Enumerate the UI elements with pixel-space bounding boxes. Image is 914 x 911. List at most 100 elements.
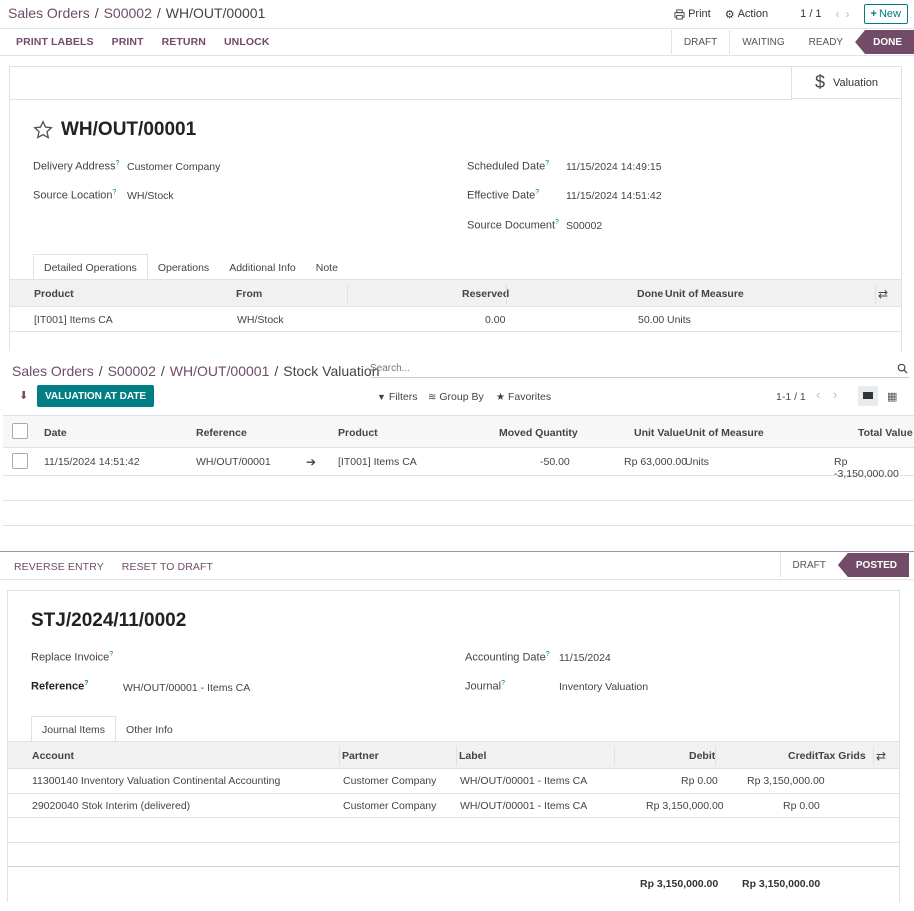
breadcrumb-sales-orders[interactable]: Sales Orders <box>12 363 94 379</box>
star-icon: ★ <box>496 391 505 403</box>
source-location-value[interactable]: WH/Stock <box>127 190 174 202</box>
table-row[interactable]: 29020040 Stok Interim (delivered) Custom… <box>8 794 899 818</box>
col-partner[interactable]: Partner <box>342 750 379 762</box>
source-location-label: Source Location? <box>33 189 117 202</box>
pivot-view-icon[interactable]: ▦ <box>887 390 897 403</box>
breadcrumb-sales-orders[interactable]: Sales Orders <box>8 5 90 21</box>
pager-prev-icon[interactable]: ‹ <box>836 7 840 21</box>
tab-operations[interactable]: Operations <box>148 255 219 281</box>
col-total-value[interactable]: Total Value <box>858 427 913 439</box>
star-icon[interactable] <box>33 120 53 140</box>
row-reference: WH/OUT/00001 <box>196 456 271 468</box>
new-label: New <box>878 8 901 20</box>
reset-to-draft-button[interactable]: RESET TO DRAFT <box>122 561 213 573</box>
col-product[interactable]: Product <box>34 288 74 300</box>
effective-date-value: 11/15/2024 14:51:42 <box>566 190 662 202</box>
col-account[interactable]: Account <box>32 750 74 762</box>
col-divider <box>873 746 874 766</box>
print-menu[interactable]: Print <box>674 8 711 20</box>
tab-other-info[interactable]: Other Info <box>116 717 183 743</box>
row-debit: Rp 0.00 <box>681 775 718 787</box>
tab-journal-items[interactable]: Journal Items <box>31 716 117 744</box>
tab-detailed-operations[interactable]: Detailed Operations <box>33 254 148 282</box>
breadcrumb-separator: / <box>156 5 161 21</box>
col-divider <box>875 284 876 304</box>
tab-note[interactable]: Note <box>306 255 348 281</box>
valuation-pager[interactable]: 1-1 / 1 <box>776 391 806 403</box>
optional-columns-icon[interactable]: ⇄ <box>878 287 888 301</box>
group-by-button[interactable]: ≋ Group By <box>428 391 484 403</box>
tab-additional-info[interactable]: Additional Info <box>219 255 306 281</box>
col-unit-of-measure[interactable]: Unit of Measure <box>665 288 744 300</box>
col-reserved[interactable]: Reserved <box>462 288 509 300</box>
pager-value[interactable]: 1 / 1 <box>800 8 821 20</box>
accounting-date-value: 11/15/2024 <box>559 652 611 664</box>
delivery-title-row: WH/OUT/00001 <box>33 119 196 141</box>
row-product: [IT001] Items CA <box>34 314 113 326</box>
col-moved-quantity[interactable]: Moved Quantity <box>499 427 578 439</box>
col-unit-value[interactable]: Unit Value <box>634 427 685 439</box>
download-icon[interactable]: ⬇ <box>19 389 28 402</box>
filter-icon: ▼ <box>377 392 386 402</box>
valuation-header: Date Reference Product Moved Quantity Un… <box>3 415 914 448</box>
col-credit[interactable]: Credit <box>788 750 818 762</box>
delivery-address-value[interactable]: Customer Company <box>127 161 220 173</box>
favorites-button[interactable]: ★ Favorites <box>496 391 551 403</box>
col-reference[interactable]: Reference <box>196 427 247 439</box>
dollar-icon: $ <box>814 72 825 92</box>
status-draft[interactable]: DRAFT <box>779 553 838 577</box>
col-done[interactable]: Done <box>637 288 663 300</box>
journal-value: Inventory Valuation <box>559 681 649 693</box>
pager-next-icon[interactable]: › <box>846 7 850 21</box>
pager-next-icon[interactable]: › <box>833 387 837 402</box>
col-label[interactable]: Label <box>459 750 486 762</box>
valuation-at-date-button[interactable]: VALUATION AT DATE <box>37 385 155 407</box>
delivery-action-buttons: PRINT LABELS PRINT RETURN UNLOCK <box>16 36 270 48</box>
col-divider <box>339 746 340 766</box>
optional-columns-icon[interactable]: ⇄ <box>876 749 886 763</box>
search-icon[interactable] <box>897 363 908 374</box>
unlock-button[interactable]: UNLOCK <box>224 36 270 48</box>
col-date[interactable]: Date <box>44 427 67 439</box>
filters-button[interactable]: ▼ Filters <box>377 391 418 403</box>
row-date: 11/15/2024 14:51:42 <box>44 456 140 468</box>
col-product[interactable]: Product <box>338 427 378 439</box>
print-button[interactable]: PRINT <box>112 36 144 48</box>
breadcrumb-sale-order[interactable]: S00002 <box>108 363 156 379</box>
pager-prev-icon[interactable]: ‹ <box>816 387 820 402</box>
valuation-smart-button[interactable]: $ Valuation <box>791 67 901 99</box>
status-done: DONE <box>855 30 914 54</box>
row-product: [IT001] Items CA <box>338 456 417 468</box>
col-divider <box>614 746 615 766</box>
print-labels-button[interactable]: PRINT LABELS <box>16 36 94 48</box>
row-credit: Rp 3,150,000.00 <box>747 775 825 787</box>
journal-label: Journal? <box>465 680 505 693</box>
col-unit-of-measure[interactable]: Unit of Measure <box>685 427 764 439</box>
breadcrumb-sale-order[interactable]: S00002 <box>104 5 152 21</box>
table-row[interactable]: [IT001] Items CA WH/Stock 0.00 50.00 Uni… <box>10 307 901 332</box>
col-tax-grids[interactable]: Tax Grids <box>818 750 866 762</box>
breadcrumb-separator: / <box>274 363 279 379</box>
plus-icon: + <box>870 8 877 20</box>
row-debit: Rp 3,150,000.00 <box>646 800 724 812</box>
table-row[interactable]: 11/15/2024 14:51:42 WH/OUT/00001 ➔ [IT00… <box>3 448 914 480</box>
scheduled-date-value: 11/15/2024 14:49:15 <box>566 161 662 173</box>
list-view-button[interactable] <box>858 386 878 406</box>
status-draft[interactable]: DRAFT <box>670 30 729 54</box>
table-row[interactable]: 11300140 Inventory Valuation Continental… <box>8 769 899 794</box>
search-input[interactable]: Search... <box>370 360 910 378</box>
row-label: WH/OUT/00001 - Items CA <box>460 800 588 812</box>
delivery-form-sheet: $ Valuation WH/OUT/00001 Delivery Addres… <box>9 66 902 356</box>
status-waiting[interactable]: WAITING <box>729 30 796 54</box>
action-menu[interactable]: ⚙ Action <box>725 8 768 21</box>
status-ready[interactable]: READY <box>797 30 855 54</box>
breadcrumb-delivery[interactable]: WH/OUT/00001 <box>170 363 270 379</box>
row-checkbox[interactable] <box>12 453 28 469</box>
col-from[interactable]: From <box>236 288 262 300</box>
new-button[interactable]: + New <box>863 4 908 24</box>
reference-label: Reference? <box>31 680 89 693</box>
reverse-entry-button[interactable]: REVERSE ENTRY <box>14 561 104 573</box>
select-all-checkbox[interactable] <box>12 423 28 439</box>
col-debit[interactable]: Debit <box>689 750 715 762</box>
return-button[interactable]: RETURN <box>162 36 206 48</box>
